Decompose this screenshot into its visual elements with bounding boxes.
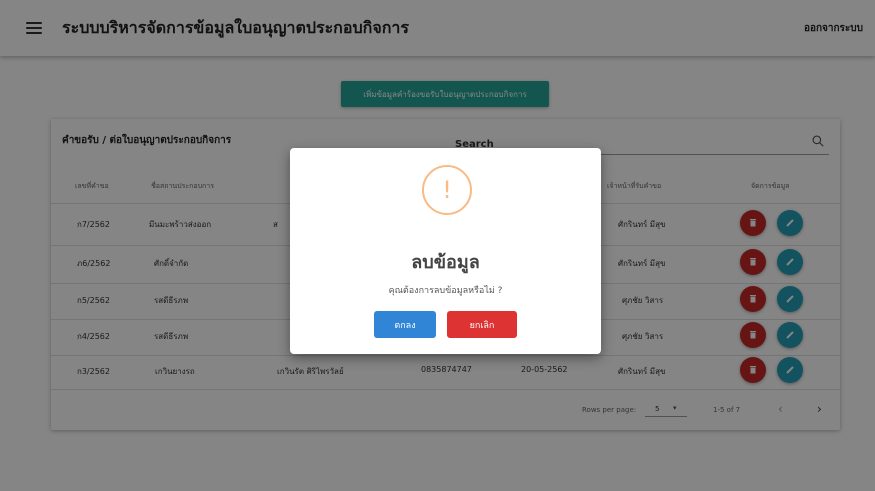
- cancel-button[interactable]: ยกเลิก: [447, 311, 517, 338]
- delete-confirm-dialog: ! ลบข้อมูล คุณต้องการลบข้อมูลหรือไม่ ? ต…: [290, 148, 601, 354]
- dialog-message: คุณต้องการลบข้อมูลหรือไม่ ?: [388, 286, 503, 296]
- confirm-button[interactable]: ตกลง: [374, 311, 436, 338]
- warning-icon: !: [422, 165, 472, 215]
- dialog-title: ลบข้อมูล: [411, 252, 480, 273]
